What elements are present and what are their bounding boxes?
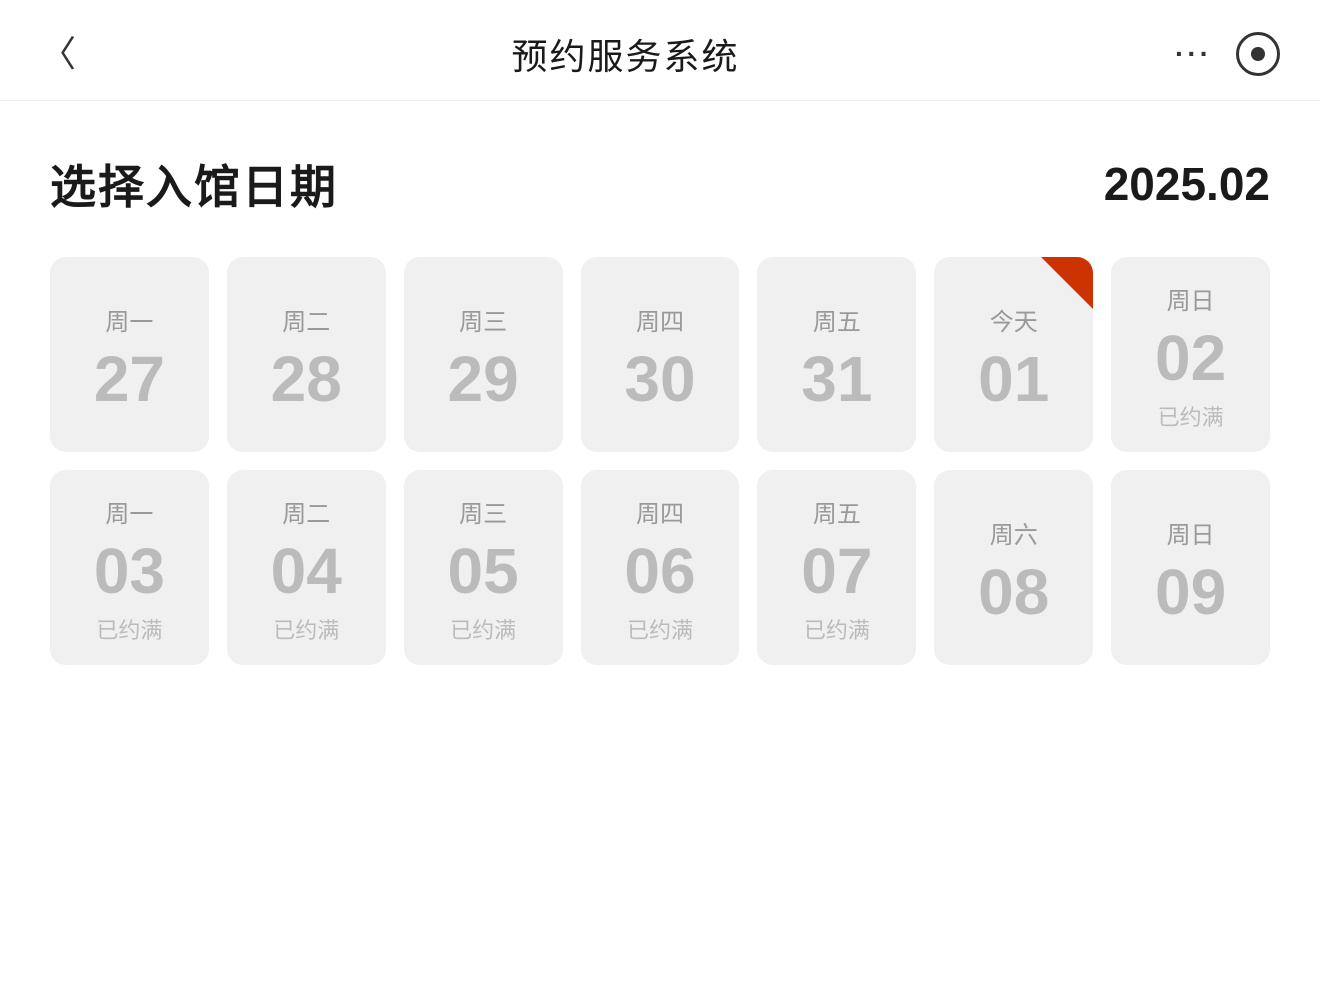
day-weekday: 周五 (813, 494, 861, 529)
day-card-28[interactable]: 周二 28 (227, 257, 386, 452)
day-weekday: 周四 (636, 302, 684, 337)
day-weekday: 周一 (105, 302, 153, 337)
day-weekday: 周二 (282, 302, 330, 337)
day-date-number: 06 (624, 539, 695, 603)
main-content: 选择入馆日期 2025.02 周一27周二28周三29周四30周五31今天01周… (0, 101, 1320, 723)
day-date-number: 09 (1155, 560, 1226, 624)
day-date-number: 04 (271, 539, 342, 603)
week1-grid: 周一 27 周二 28 周三 29 周四 30 周五 31 今天 01 周日 02 已约满 (50, 257, 1270, 452)
day-status: 已约满 (273, 613, 339, 645)
day-date-number: 27 (94, 347, 165, 411)
day-card-06[interactable]: 周四 06 已约满 (581, 470, 740, 665)
day-weekday: 周六 (990, 515, 1038, 550)
day-card-09[interactable]: 周日 09 (1111, 470, 1270, 665)
day-status: 已约满 (1158, 400, 1224, 432)
day-status: 已约满 (450, 613, 516, 645)
day-weekday: 周五 (813, 302, 861, 337)
day-date-number: 08 (978, 560, 1049, 624)
day-status: 已约满 (627, 613, 693, 645)
day-card-02[interactable]: 周日 02 已约满 (1111, 257, 1270, 452)
page-title: 预约服务系统 (512, 28, 740, 80)
day-date-number: 30 (624, 347, 695, 411)
day-date-number: 01 (978, 347, 1049, 411)
day-weekday: 周三 (459, 494, 507, 529)
day-date-number: 28 (271, 347, 342, 411)
day-status: 已约满 (804, 613, 870, 645)
app-header: 〈 预约服务系统 ··· (0, 0, 1320, 101)
day-date-number: 05 (448, 539, 519, 603)
day-date-number: 03 (94, 539, 165, 603)
day-card-03[interactable]: 周一 03 已约满 (50, 470, 209, 665)
day-date-number: 02 (1155, 326, 1226, 390)
today-corner-icon (1041, 257, 1093, 309)
day-weekday: 今天 (990, 302, 1038, 337)
day-card-01[interactable]: 今天 01 (934, 257, 1093, 452)
day-card-31[interactable]: 周五 31 (757, 257, 916, 452)
header-actions: ··· (1175, 32, 1280, 76)
day-weekday: 周一 (105, 494, 153, 529)
day-card-07[interactable]: 周五 07 已约满 (757, 470, 916, 665)
day-weekday: 周二 (282, 494, 330, 529)
day-card-29[interactable]: 周三 29 (404, 257, 563, 452)
day-card-27[interactable]: 周一 27 (50, 257, 209, 452)
year-month-label: 2025.02 (1104, 157, 1270, 211)
day-status: 已约满 (96, 613, 162, 645)
day-weekday: 周四 (636, 494, 684, 529)
record-icon (1251, 47, 1265, 61)
day-weekday: 周日 (1167, 515, 1215, 550)
day-weekday: 周日 (1167, 281, 1215, 316)
week2-grid: 周一03已约满周二04已约满周三05已约满周四06已约满周五07已约满周六08周… (50, 470, 1270, 665)
day-card-08[interactable]: 周六 08 (934, 470, 1093, 665)
more-button[interactable]: ··· (1175, 38, 1212, 70)
back-button[interactable]: 〈 (40, 36, 76, 72)
day-card-30[interactable]: 周四 30 (581, 257, 740, 452)
section-header: 选择入馆日期 2025.02 (50, 151, 1270, 217)
section-title: 选择入馆日期 (50, 151, 338, 217)
day-date-number: 29 (448, 347, 519, 411)
day-weekday: 周三 (459, 302, 507, 337)
day-date-number: 31 (801, 347, 872, 411)
record-button[interactable] (1236, 32, 1280, 76)
day-card-05[interactable]: 周三 05 已约满 (404, 470, 563, 665)
day-date-number: 07 (801, 539, 872, 603)
day-card-04[interactable]: 周二 04 已约满 (227, 470, 386, 665)
